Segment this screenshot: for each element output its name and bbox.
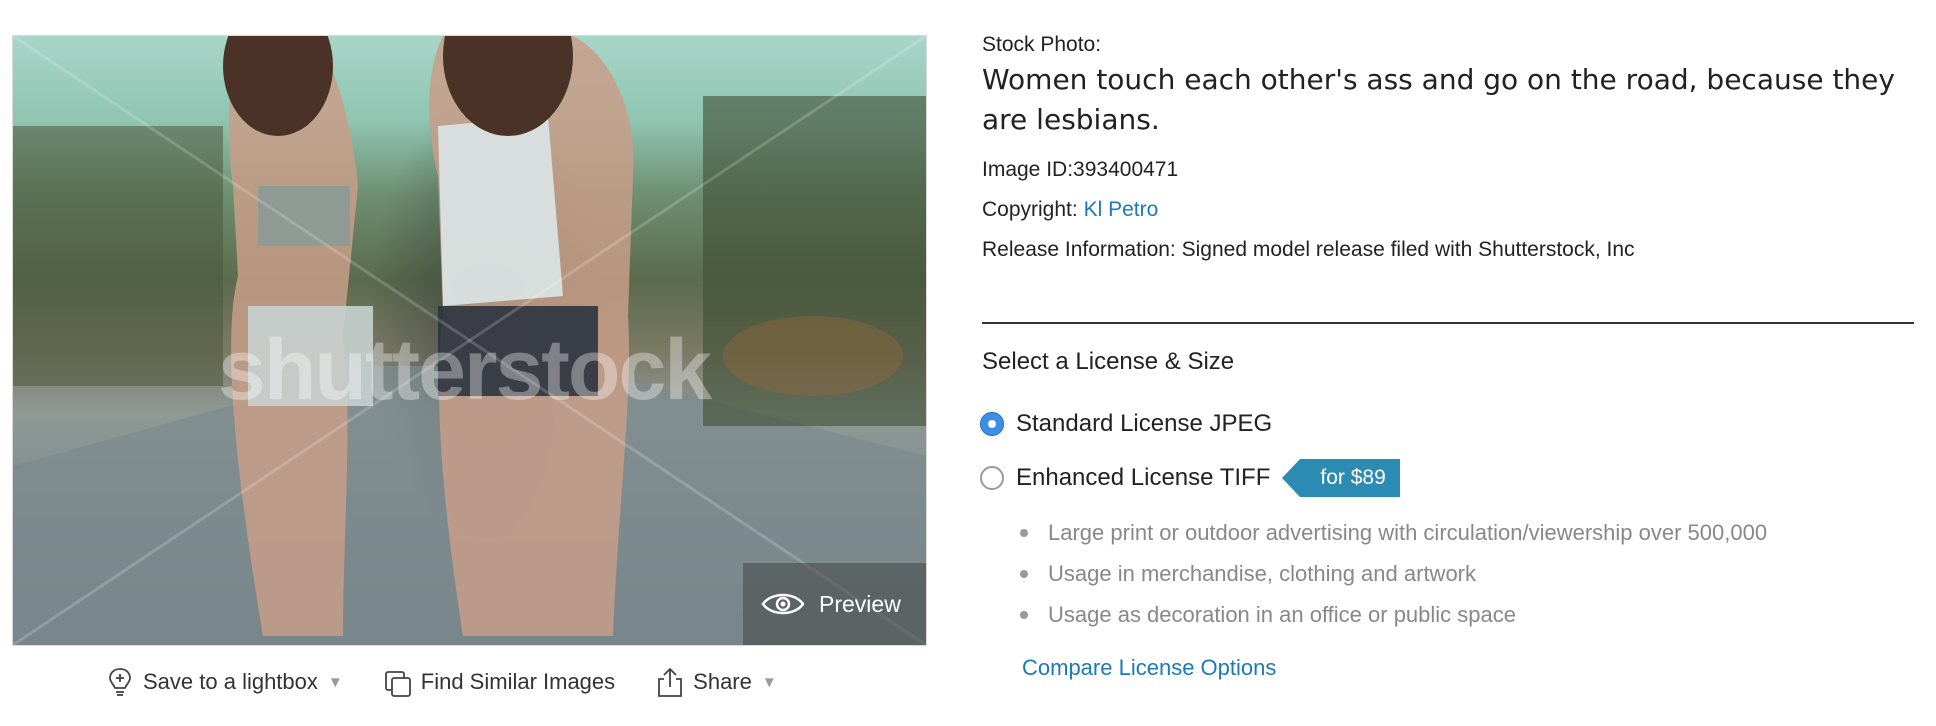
image-id-value: 393400471 [1073, 158, 1179, 181]
lightbulb-icon [109, 668, 131, 696]
image-info: Stock Photo: Women touch each other's as… [982, 32, 1914, 270]
divider [982, 322, 1914, 324]
watermark-text: shutterstock [218, 322, 712, 418]
copyright-row: Copyright: Kl Petro [982, 190, 1914, 230]
license-option-enhanced[interactable]: Enhanced License TIFF for $89 [980, 459, 1400, 497]
license-option-standard[interactable]: Standard License JPEG [980, 410, 1272, 438]
license-heading: Select a License & Size [982, 348, 1235, 375]
bullet-icon [1020, 528, 1028, 537]
similar-images-icon [384, 671, 411, 697]
stock-photo-label: Stock Photo: [982, 33, 1102, 56]
list-item: Usage as decoration in an office or publ… [1020, 594, 1767, 635]
share-icon [658, 667, 683, 697]
feature-text: Large print or outdoor advertising with … [1048, 520, 1768, 545]
preview-label: Preview [819, 590, 901, 617]
image-id-row: Image ID:393400471 [982, 150, 1914, 190]
caret-down-icon: ▼ [327, 673, 343, 691]
radio-standard-license[interactable] [980, 412, 1004, 436]
image-id-label: Image ID: [982, 158, 1074, 181]
caret-down-icon: ▼ [761, 673, 777, 691]
copyright-label: Copyright: [982, 198, 1078, 221]
eye-icon [761, 593, 805, 615]
find-similar-images-button[interactable]: Find Similar Images [383, 666, 615, 698]
find-similar-images-label: Find Similar Images [420, 669, 616, 694]
stock-photo[interactable]: shutterstock Preview [12, 35, 927, 646]
save-to-lightbox-button[interactable]: Save to a lightbox ▼ [105, 666, 343, 698]
feature-text: Usage as decoration in an office or publ… [1048, 602, 1516, 627]
image-actions: Save to a lightbox ▼ Find Similar Images… [105, 666, 777, 698]
copyright-author-link[interactable]: Kl Petro [1084, 198, 1159, 221]
release-info-row: Release Information: Signed model releas… [982, 230, 1914, 270]
save-to-lightbox-label: Save to a lightbox [143, 669, 318, 694]
feature-text: Usage in merchandise, clothing and artwo… [1048, 561, 1477, 586]
share-button[interactable]: Share ▼ [655, 666, 777, 698]
compare-license-options-link[interactable]: Compare License Options [1022, 655, 1276, 681]
bullet-icon [1020, 610, 1028, 619]
release-info-label: Release Information: [982, 238, 1176, 261]
preview-button[interactable]: Preview [743, 563, 926, 645]
enhanced-license-features: Large print or outdoor advertising with … [1020, 512, 1767, 635]
bullet-icon [1020, 569, 1028, 578]
image-meta: Image ID:393400471 Copyright: Kl Petro R… [982, 150, 1914, 270]
share-label: Share [693, 669, 752, 694]
list-item: Large print or outdoor advertising with … [1020, 512, 1767, 553]
image-title: Women touch each other's ass and go on t… [982, 63, 1895, 136]
list-item: Usage in merchandise, clothing and artwo… [1020, 553, 1767, 594]
release-info-value: Signed model release filed with Shutters… [1181, 238, 1635, 261]
standard-license-label: Standard License JPEG [1016, 410, 1273, 437]
radio-enhanced-license[interactable] [980, 466, 1004, 490]
enhanced-license-label: Enhanced License TIFF [1016, 464, 1271, 491]
price-tag: for $89 [1282, 459, 1400, 497]
